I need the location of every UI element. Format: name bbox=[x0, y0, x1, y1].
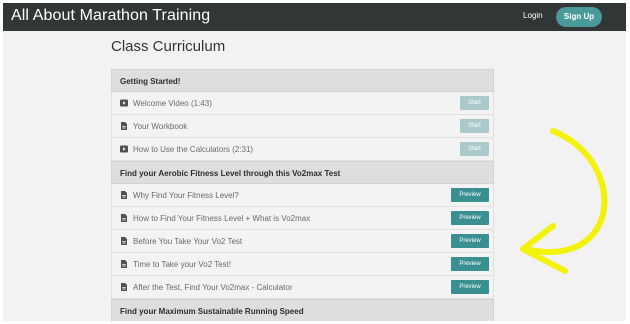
document-icon bbox=[121, 283, 127, 291]
lecture-item[interactable]: Before You Take Your Vo2 Test Preview bbox=[111, 230, 494, 253]
lecture-item[interactable]: Why Find Your Fitness Level? Preview bbox=[111, 184, 494, 207]
start-button[interactable]: Start bbox=[460, 119, 489, 133]
preview-button[interactable]: Preview bbox=[451, 188, 489, 202]
lecture-item[interactable]: How to Use the Calculators (2:31) Start bbox=[111, 138, 494, 161]
lecture-title[interactable]: How to Use the Calculators (2:31) bbox=[133, 145, 253, 154]
lecture-title[interactable]: Time to Take your Vo2 Test! bbox=[133, 260, 231, 269]
video-icon bbox=[120, 99, 128, 107]
document-icon bbox=[121, 214, 127, 222]
site-brand[interactable]: All About Marathon Training bbox=[11, 7, 210, 25]
lecture-title[interactable]: Before You Take Your Vo2 Test bbox=[133, 237, 242, 246]
curriculum-list: Getting Started! Welcome Video (1:43) St… bbox=[111, 69, 494, 321]
lecture-title[interactable]: After the Test, Find Your Vo2max - Calcu… bbox=[133, 283, 293, 292]
lecture-title[interactable]: How to Find Your Fitness Level + What is… bbox=[133, 214, 310, 223]
section-header: Getting Started! bbox=[111, 69, 494, 92]
start-button[interactable]: Start bbox=[460, 96, 489, 110]
preview-button[interactable]: Preview bbox=[451, 280, 489, 294]
lecture-title[interactable]: Why Find Your Fitness Level? bbox=[133, 191, 239, 200]
document-icon bbox=[121, 260, 127, 268]
top-navbar: All About Marathon Training Login Sign U… bbox=[3, 3, 626, 31]
lecture-item[interactable]: After the Test, Find Your Vo2max - Calcu… bbox=[111, 276, 494, 299]
page-title: Class Curriculum bbox=[111, 38, 226, 55]
start-button[interactable]: Start bbox=[460, 142, 489, 156]
preview-button[interactable]: Preview bbox=[451, 211, 489, 225]
section-header: Find your Aerobic Fitness Level through … bbox=[111, 161, 494, 184]
lecture-title[interactable]: Your Workbook bbox=[133, 122, 187, 131]
sign-up-button[interactable]: Sign Up bbox=[556, 7, 602, 27]
video-icon bbox=[120, 145, 128, 153]
document-icon bbox=[121, 122, 127, 130]
lecture-item[interactable]: Your Workbook Start bbox=[111, 115, 494, 138]
document-icon bbox=[121, 191, 127, 199]
annotation-arrow-icon bbox=[520, 128, 608, 274]
preview-button[interactable]: Preview bbox=[451, 234, 489, 248]
preview-button[interactable]: Preview bbox=[451, 257, 489, 271]
lecture-item[interactable]: Welcome Video (1:43) Start bbox=[111, 92, 494, 115]
login-link[interactable]: Login bbox=[523, 11, 543, 20]
lecture-item[interactable]: Time to Take your Vo2 Test! Preview bbox=[111, 253, 494, 276]
section-header: Find your Maximum Sustainable Running Sp… bbox=[111, 299, 494, 321]
lecture-title[interactable]: Welcome Video (1:43) bbox=[133, 99, 212, 108]
document-icon bbox=[121, 237, 127, 245]
page-frame: All About Marathon Training Login Sign U… bbox=[3, 3, 626, 321]
lecture-item[interactable]: How to Find Your Fitness Level + What is… bbox=[111, 207, 494, 230]
